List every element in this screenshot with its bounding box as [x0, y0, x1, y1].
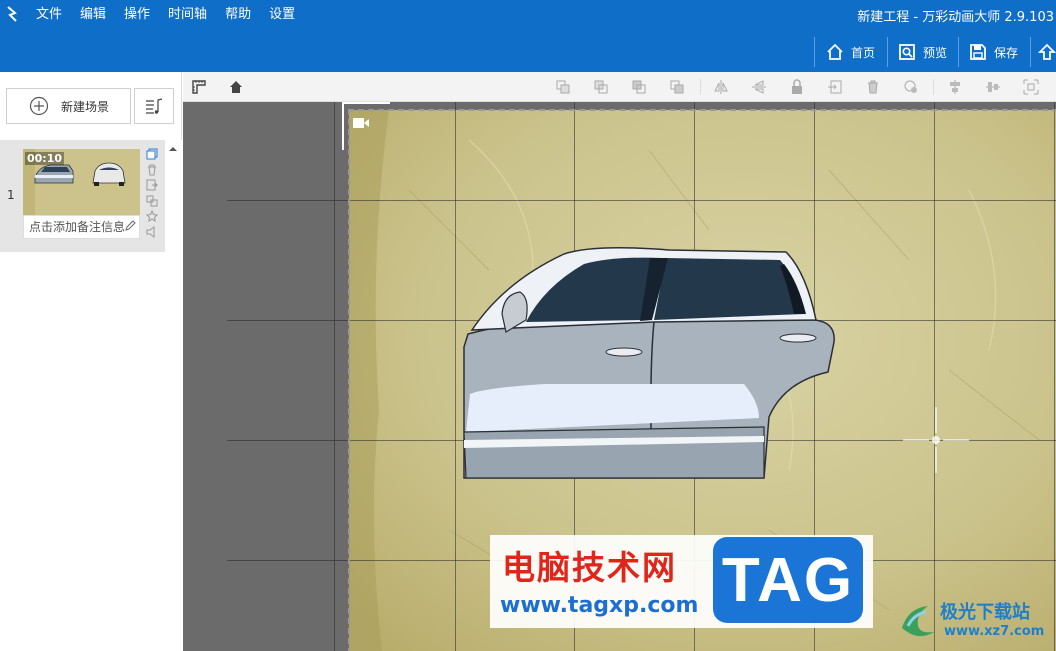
- lock-icon[interactable]: [789, 79, 805, 95]
- scene-note-placeholder: 点击添加备注信息: [29, 220, 126, 234]
- sound-scene-icon[interactable]: [146, 225, 158, 238]
- export-scene-icon[interactable]: [146, 179, 158, 191]
- home-button[interactable]: 首页: [826, 32, 875, 72]
- duplicate-scene-icon[interactable]: [146, 195, 158, 207]
- menu-file[interactable]: 文件: [36, 0, 62, 30]
- copy-scene-icon[interactable]: [146, 148, 158, 160]
- menu-settings[interactable]: 设置: [269, 0, 295, 30]
- delete-scene-icon[interactable]: [146, 164, 158, 176]
- action-separator: [814, 37, 815, 67]
- watermark-url: www.tagxp.com: [500, 593, 699, 618]
- music-list-icon: [146, 98, 163, 114]
- toolbar-separator: [700, 79, 701, 95]
- scene-list-menu-button[interactable]: [134, 88, 174, 124]
- toolbar-separator: [933, 79, 934, 95]
- xz7-logo-icon: [902, 606, 934, 637]
- color-effect-icon[interactable]: [903, 79, 919, 95]
- upload-icon: [1038, 43, 1056, 60]
- xz7-site-title: 极光下载站: [940, 602, 1030, 623]
- home-label: 首页: [851, 45, 876, 60]
- action-separator: [887, 37, 888, 67]
- grid-line: [227, 200, 1056, 201]
- watermark-tag-badge: TAG: [713, 537, 863, 623]
- menu-timeline[interactable]: 时间轴: [168, 0, 207, 30]
- pivot-crosshair-icon[interactable]: [903, 407, 969, 473]
- preview-label: 预览: [923, 45, 948, 60]
- app-logo-icon[interactable]: [6, 6, 18, 22]
- replace-icon[interactable]: [827, 79, 843, 95]
- action-separator: [1030, 37, 1031, 67]
- scene-panel: 新建场景 1 00:10 点击添加备注信息: [0, 72, 182, 651]
- group-icon[interactable]: [1023, 79, 1039, 95]
- menu-items: 文件 编辑 操作 时间轴 帮助 设置: [36, 0, 313, 30]
- scene-item[interactable]: 1 00:10 点击添加备注信息: [0, 140, 165, 252]
- action-separator: [958, 37, 959, 67]
- car-graphic[interactable]: [454, 242, 836, 482]
- xz7-site-url: www.xz7.com: [944, 624, 1045, 639]
- scene-note-field[interactable]: 点击添加备注信息: [23, 215, 140, 239]
- favorite-scene-icon[interactable]: [145, 209, 159, 223]
- bring-to-front-icon[interactable]: [631, 79, 647, 95]
- preview-icon: [899, 44, 915, 60]
- delete-icon[interactable]: [865, 79, 881, 95]
- send-to-back-icon[interactable]: [669, 79, 685, 95]
- new-scene-label: 新建场景: [61, 99, 110, 114]
- align-horizontal-icon[interactable]: [985, 79, 1001, 95]
- watermark-tagxp: 电脑技术网 www.tagxp.com TAG: [490, 535, 873, 628]
- grid-line: [934, 102, 935, 651]
- home-icon: [827, 43, 843, 60]
- action-bar: 首页 预览 保存: [0, 32, 1056, 72]
- align-vertical-icon[interactable]: [947, 79, 963, 95]
- menu-bar: 文件 编辑 操作 时间轴 帮助 设置 新建工程 - 万彩动画大师 2.9.103: [0, 0, 1056, 32]
- watermark-tag-text: TAG: [721, 546, 855, 615]
- bring-forward-icon[interactable]: [555, 79, 571, 95]
- send-backward-icon[interactable]: [593, 79, 609, 95]
- new-scene-button[interactable]: 新建场景: [6, 88, 131, 124]
- scene-thumbnail[interactable]: 00:10: [23, 149, 140, 215]
- flip-vertical-icon[interactable]: [751, 79, 767, 95]
- scene-index: 1: [7, 188, 15, 202]
- save-label: 保存: [994, 45, 1019, 60]
- save-button[interactable]: 保存: [969, 32, 1018, 72]
- home-view-icon[interactable]: [228, 79, 244, 95]
- edit-pen-icon[interactable]: [124, 220, 136, 232]
- menu-edit[interactable]: 编辑: [80, 0, 106, 30]
- grid-line: [334, 102, 335, 651]
- grid-line: [1054, 102, 1055, 651]
- watermark-title: 电脑技术网: [502, 548, 677, 587]
- flip-horizontal-icon[interactable]: [713, 79, 729, 95]
- scene-duration: 00:10: [25, 152, 65, 165]
- menu-operate[interactable]: 操作: [124, 0, 150, 30]
- scroll-up-arrow-icon[interactable]: [168, 144, 178, 154]
- save-icon: [970, 44, 986, 60]
- plus-circle-icon: [29, 96, 49, 116]
- preview-button[interactable]: 预览: [898, 32, 947, 72]
- window-title: 新建工程 - 万彩动画大师 2.9.103: [857, 10, 1054, 25]
- canvas-toolbar: [183, 72, 1056, 102]
- scene-scrollbar[interactable]: [165, 140, 182, 651]
- ruler-icon[interactable]: [191, 79, 207, 95]
- export-button[interactable]: [1038, 32, 1056, 72]
- camera-icon[interactable]: [353, 117, 369, 129]
- menu-help[interactable]: 帮助: [225, 0, 251, 30]
- scene-tools: [145, 148, 160, 241]
